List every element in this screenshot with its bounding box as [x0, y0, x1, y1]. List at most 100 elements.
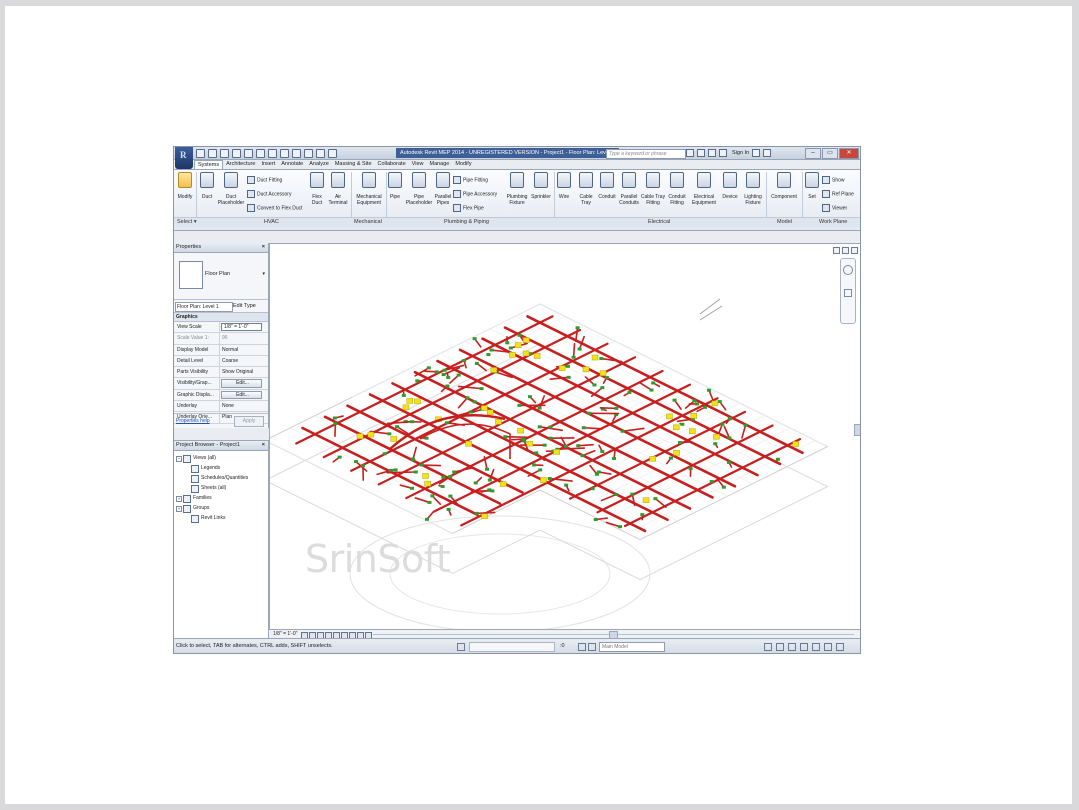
- design-option-dropdown[interactable]: Main Model: [599, 642, 665, 652]
- tab-view[interactable]: View: [409, 160, 427, 169]
- sign-in-button[interactable]: Sign In: [732, 150, 749, 156]
- expand-icon[interactable]: +: [176, 506, 182, 512]
- communication-icon[interactable]: [708, 149, 716, 157]
- redo-icon[interactable]: [232, 149, 241, 158]
- tab-systems[interactable]: Systems: [194, 160, 224, 169]
- favorites-icon[interactable]: [719, 149, 727, 157]
- tab-collaborate[interactable]: Collaborate: [375, 160, 409, 169]
- minimize-button[interactable]: –: [805, 148, 821, 159]
- edit-type-button[interactable]: Edit Type: [233, 302, 256, 310]
- browser-item[interactable]: + Families: [174, 493, 268, 503]
- select-by-face-icon[interactable]: [812, 643, 820, 651]
- component-button[interactable]: Component: [768, 172, 800, 200]
- editing-requests-icon[interactable]: [588, 643, 596, 651]
- convert-flex-duct-button[interactable]: Convert to Flex Duct: [247, 204, 303, 212]
- parallel-conduits-button[interactable]: Parallel Conduits: [618, 172, 640, 206]
- browser-item[interactable]: Revit Links: [174, 513, 268, 523]
- text-icon[interactable]: [280, 149, 289, 158]
- collapse-icon[interactable]: −: [176, 456, 182, 462]
- mechanical-equipment-button[interactable]: Mechanical Equipment: [353, 172, 385, 206]
- exchange-icon[interactable]: [752, 149, 761, 157]
- parts-visibility-value[interactable]: Show Original: [220, 367, 268, 377]
- thin-lines-icon[interactable]: [316, 149, 325, 158]
- design-options-icon[interactable]: [578, 643, 586, 651]
- view-scale-field[interactable]: 1/8" = 1'-0": [221, 323, 262, 332]
- tag-icon[interactable]: [268, 149, 277, 158]
- detail-level-value[interactable]: Coarse: [220, 356, 268, 366]
- parallel-pipes-button[interactable]: Parallel Pipes: [434, 172, 452, 206]
- search-input[interactable]: Type a keyword or phrase: [606, 149, 686, 159]
- duct-button[interactable]: Duct: [198, 172, 216, 200]
- tab-annotate[interactable]: Annotate: [278, 160, 306, 169]
- help-icon[interactable]: [763, 149, 772, 157]
- dimension-icon[interactable]: [256, 149, 265, 158]
- panel-select[interactable]: Select ▾: [177, 218, 197, 227]
- workset-dropdown[interactable]: [469, 642, 555, 652]
- show-workplane-button[interactable]: Show: [822, 176, 845, 184]
- set-workplane-button[interactable]: Set: [804, 172, 820, 200]
- pipe-button[interactable]: Pipe: [387, 172, 403, 200]
- browser-item[interactable]: Legends: [174, 463, 268, 473]
- wire-button[interactable]: Wire: [555, 172, 573, 200]
- duct-accessory-button[interactable]: Duct Accessory: [247, 190, 291, 198]
- filter-count-icon[interactable]: [836, 643, 844, 651]
- sprinkler-button[interactable]: Sprinkler: [530, 172, 552, 200]
- cable-tray-button[interactable]: Cable Tray: [576, 172, 596, 206]
- electrical-equipment-button[interactable]: Electrical Equipment: [689, 172, 719, 206]
- close-icon[interactable]: ×: [262, 243, 265, 252]
- pipe-accessory-button[interactable]: Pipe Accessory: [453, 190, 497, 198]
- browser-item[interactable]: Schedules/Quantities: [174, 473, 268, 483]
- worksets-icon[interactable]: [457, 643, 465, 651]
- tab-insert[interactable]: Insert: [258, 160, 278, 169]
- viewer-button[interactable]: Viewer: [822, 204, 847, 212]
- conduit-fitting-button[interactable]: Conduit Fitting: [666, 172, 688, 206]
- tab-architecture[interactable]: Architecture: [223, 160, 258, 169]
- duct-placeholder-button[interactable]: Duct Placeholder: [217, 172, 245, 206]
- tab-analyze[interactable]: Analyze: [306, 160, 332, 169]
- graphic-display-edit-button[interactable]: Edit...: [221, 390, 262, 400]
- subscription-icon[interactable]: [697, 149, 705, 157]
- instance-dropdown[interactable]: Floor Plan: Level 1: [175, 302, 233, 312]
- tab-manage[interactable]: Manage: [426, 160, 452, 169]
- display-model-value[interactable]: Normal: [220, 345, 268, 355]
- duct-fitting-button[interactable]: Duct Fitting: [247, 176, 282, 184]
- 3d-view-icon[interactable]: [292, 149, 301, 158]
- visibility-edit-button[interactable]: Edit...: [221, 379, 262, 388]
- binoculars-icon[interactable]: [686, 149, 694, 157]
- browser-item[interactable]: Sheets (all): [174, 483, 268, 493]
- expand-icon[interactable]: +: [176, 496, 182, 502]
- maximize-button[interactable]: ▭: [822, 148, 838, 159]
- drawing-canvas[interactable]: SrinSoft: [269, 243, 860, 631]
- plumbing-fixture-button[interactable]: Plumbing Fixture: [504, 172, 530, 206]
- application-menu-button[interactable]: R: [175, 147, 193, 169]
- section-icon[interactable]: [304, 149, 313, 158]
- open-icon[interactable]: [196, 149, 205, 158]
- pipe-fitting-button[interactable]: Pipe Fitting: [453, 176, 488, 184]
- close-hidden-icon[interactable]: [328, 149, 337, 158]
- type-selector[interactable]: Floor Plan ▾: [174, 253, 268, 300]
- select-pinned-icon[interactable]: [800, 643, 808, 651]
- ref-plane-button[interactable]: Ref Plane: [822, 190, 854, 198]
- browser-item[interactable]: + Groups: [174, 503, 268, 513]
- modify-button[interactable]: Modify: [176, 172, 194, 200]
- tab-massing-site[interactable]: Massing & Site: [332, 160, 375, 169]
- graphics-group[interactable]: Graphics: [174, 313, 268, 322]
- pipe-placeholder-button[interactable]: Pipe Placeholder: [404, 172, 434, 206]
- cable-tray-fitting-button[interactable]: Cable Tray Fitting: [640, 172, 666, 206]
- browser-item[interactable]: − Views (all): [174, 453, 268, 463]
- tab-modify[interactable]: Modify: [452, 160, 474, 169]
- air-terminal-button[interactable]: Air Terminal: [326, 172, 350, 206]
- select-underlay-icon[interactable]: [788, 643, 796, 651]
- filter-icon[interactable]: [764, 643, 772, 651]
- device-button[interactable]: Device: [720, 172, 740, 200]
- flex-pipe-button[interactable]: Flex Pipe: [453, 204, 484, 212]
- select-links-icon[interactable]: [776, 643, 784, 651]
- measure-icon[interactable]: [244, 149, 253, 158]
- flex-duct-button[interactable]: Flex Duct: [309, 172, 325, 206]
- close-icon[interactable]: ×: [262, 441, 265, 450]
- underlay-value[interactable]: None: [220, 401, 268, 411]
- apply-button[interactable]: Apply: [234, 416, 264, 427]
- undo-icon[interactable]: [220, 149, 229, 158]
- conduit-button[interactable]: Conduit: [596, 172, 618, 200]
- drag-elements-icon[interactable]: [824, 643, 832, 651]
